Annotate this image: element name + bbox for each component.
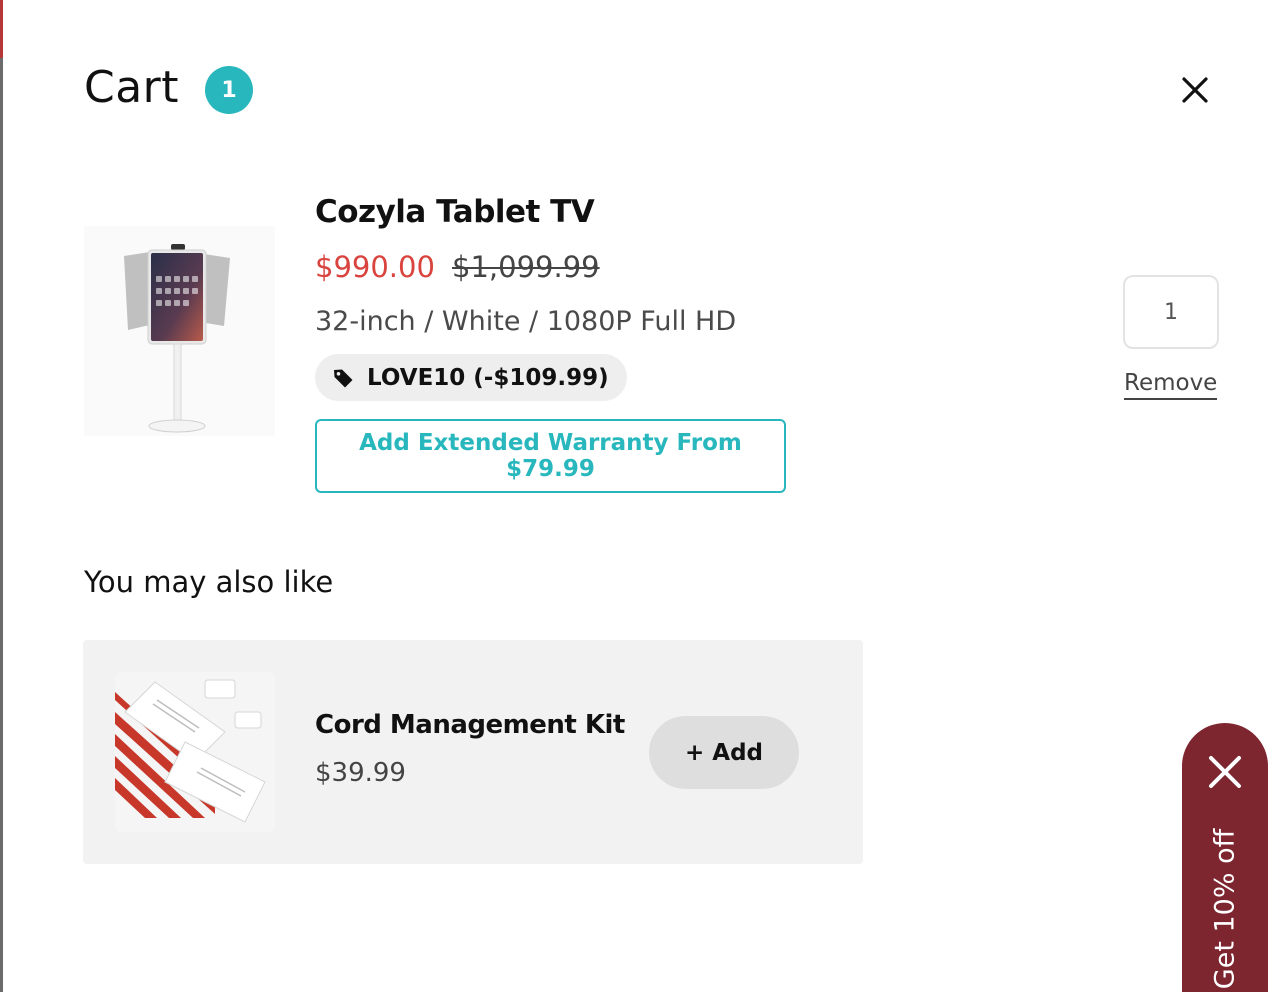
product-name[interactable]: Cozyla Tablet TV bbox=[315, 194, 595, 230]
close-icon bbox=[1209, 756, 1241, 788]
add-warranty-button[interactable]: Add Extended Warranty From $79.99 bbox=[315, 419, 786, 493]
quantity-input[interactable] bbox=[1123, 275, 1219, 349]
upsell-product-price: $39.99 bbox=[315, 758, 406, 788]
product-image[interactable] bbox=[84, 226, 275, 436]
cart-count-badge: 1 bbox=[205, 66, 253, 114]
close-icon bbox=[1182, 77, 1208, 103]
add-upsell-button[interactable]: + Add bbox=[649, 716, 799, 789]
upsell-heading: You may also like bbox=[84, 565, 334, 599]
cart-title: Cart bbox=[84, 62, 180, 113]
promo-tab[interactable]: Get 10% off bbox=[1182, 723, 1268, 992]
page-edge-strip bbox=[0, 0, 3, 992]
upsell-product-image[interactable] bbox=[115, 672, 275, 832]
upsell-card: Cord Management Kit $39.99 + Add bbox=[83, 640, 863, 864]
remove-link[interactable]: Remove bbox=[1124, 370, 1218, 400]
tag-icon bbox=[334, 369, 353, 387]
upsell-product-name[interactable]: Cord Management Kit bbox=[315, 710, 625, 740]
promo-close-button[interactable] bbox=[1206, 753, 1244, 791]
original-price: $1,099.99 bbox=[452, 250, 600, 284]
sale-price: $990.00 bbox=[315, 250, 435, 284]
discount-badge: LOVE10 (-$109.99) bbox=[315, 354, 627, 401]
product-variant: 32-inch / White / 1080P Full HD bbox=[315, 306, 737, 337]
close-cart-button[interactable] bbox=[1175, 70, 1215, 110]
discount-code: LOVE10 (-$109.99) bbox=[367, 364, 609, 391]
promo-label: Get 10% off bbox=[1209, 828, 1241, 990]
